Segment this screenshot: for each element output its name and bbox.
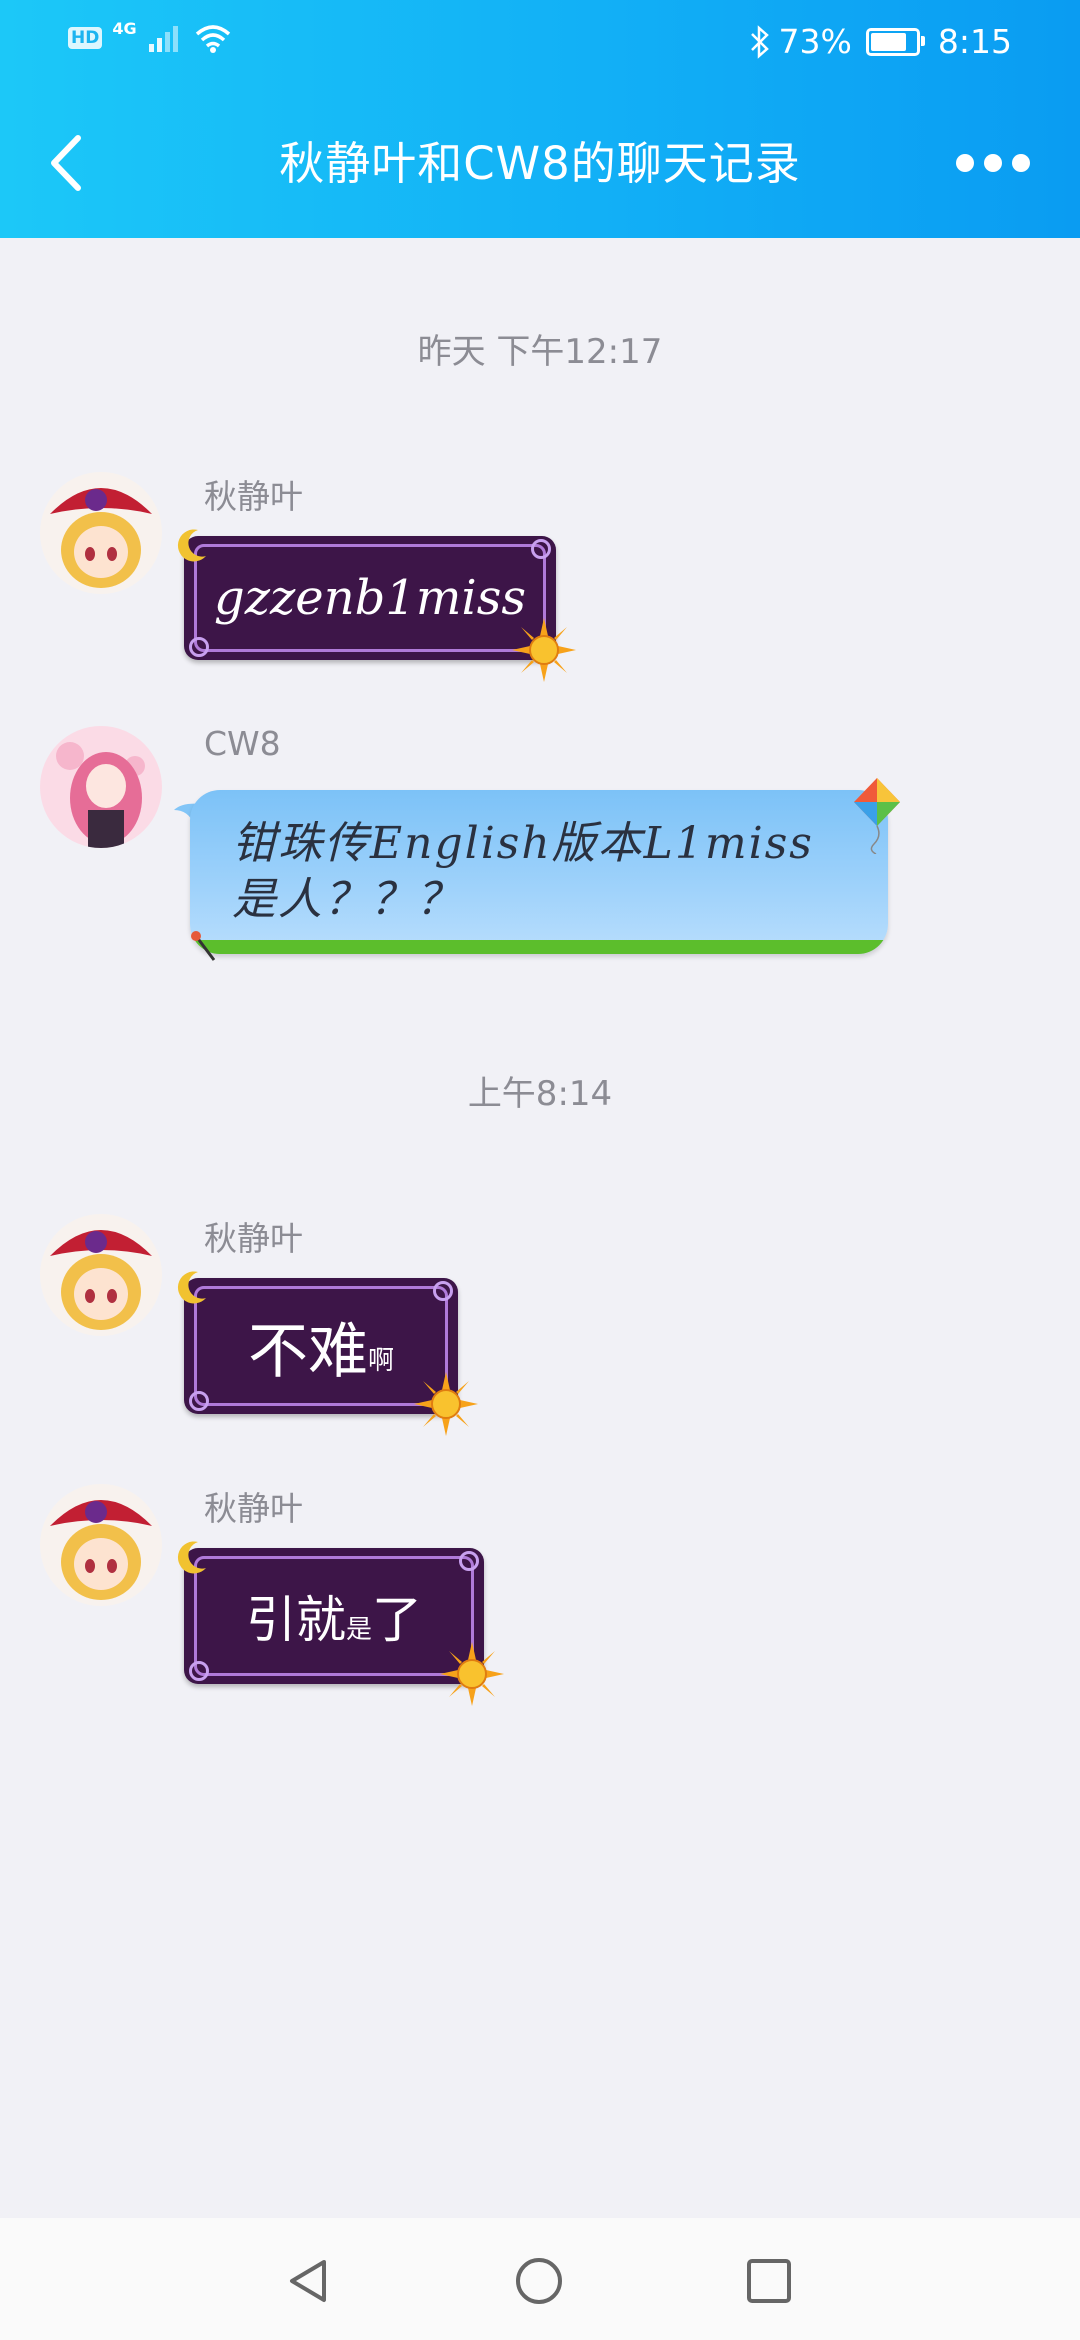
more-dots-icon — [956, 154, 974, 172]
triangle-back-icon[interactable] — [284, 2256, 334, 2306]
avatar-girl-red-hat-icon — [40, 1484, 162, 1606]
sender-name: 秋静叶 — [204, 1489, 303, 1528]
clock: 8:15 — [937, 22, 1012, 61]
message-bubble[interactable]: 钳珠传English版本L1miss是人？？？ — [190, 790, 888, 954]
status-left: HD 4G — [68, 18, 233, 54]
time-divider: 昨天 下午12:17 — [417, 332, 663, 372]
battery-level — [870, 32, 906, 51]
sun-icon — [440, 1642, 504, 1706]
avatar[interactable] — [40, 726, 162, 848]
wifi-icon — [195, 25, 230, 53]
system-nav-bar — [0, 2218, 1080, 2340]
battery-percent: 73% — [778, 22, 852, 61]
circle-home-icon[interactable] — [514, 2256, 564, 2306]
avatar[interactable] — [40, 1214, 162, 1336]
signal-icon — [148, 26, 178, 52]
moon-icon — [177, 1541, 206, 1574]
battery-icon — [865, 27, 925, 56]
message-bubble[interactable]: gzzenb1miss — [184, 536, 556, 660]
message-text-small: 啊 — [367, 1345, 394, 1376]
kite-icon — [854, 778, 900, 854]
message-text: gzzenb1miss — [213, 570, 527, 626]
sun-icon — [414, 1372, 478, 1436]
avatar-girl-pink-hair-icon — [40, 726, 162, 848]
message-text-main: 不难 — [247, 1316, 368, 1387]
avatar-girl-red-hat-icon — [40, 1214, 162, 1336]
avatar[interactable] — [40, 472, 162, 594]
sender-name: 秋静叶 — [204, 477, 303, 516]
app-header: HD 4G 73% 8:15 秋静叶和CW8的聊天记录 — [0, 0, 1080, 238]
moon-icon — [177, 529, 206, 562]
pinwheel-icon — [191, 931, 216, 961]
sun-icon — [512, 618, 576, 682]
more-dot — [1012, 154, 1030, 172]
avatar-girl-red-hat-icon — [40, 472, 162, 594]
message-text-b: 了 — [372, 1591, 422, 1649]
more-button[interactable] — [956, 148, 1036, 178]
sender-name: CW8 — [204, 724, 281, 763]
message-text-a: 引就 — [245, 1591, 346, 1649]
message-text: 引就是了 — [184, 1548, 484, 1684]
bubble-grass — [190, 940, 888, 954]
message-text-small: 是 — [345, 1614, 372, 1645]
sender-name: 秋静叶 — [204, 1219, 303, 1258]
square-recents-icon[interactable] — [744, 2256, 794, 2306]
more-dot — [984, 154, 1002, 172]
network-type: 4G — [112, 18, 137, 38]
message-bubble[interactable]: 引就是了 — [184, 1548, 484, 1684]
moon-icon — [177, 1271, 206, 1304]
page-title: 秋静叶和CW8的聊天记录 — [279, 137, 801, 190]
message-text: 钳珠传English版本L1miss是人？？？ — [232, 818, 814, 925]
status-bar: HD 4G 73% 8:15 — [0, 0, 1080, 90]
bluetooth-icon — [750, 24, 769, 59]
status-right: 73% 8:15 — [749, 22, 1012, 61]
avatar[interactable] — [40, 1484, 162, 1606]
hd-badge: HD — [68, 27, 103, 49]
time-divider: 上午8:14 — [467, 1074, 613, 1114]
